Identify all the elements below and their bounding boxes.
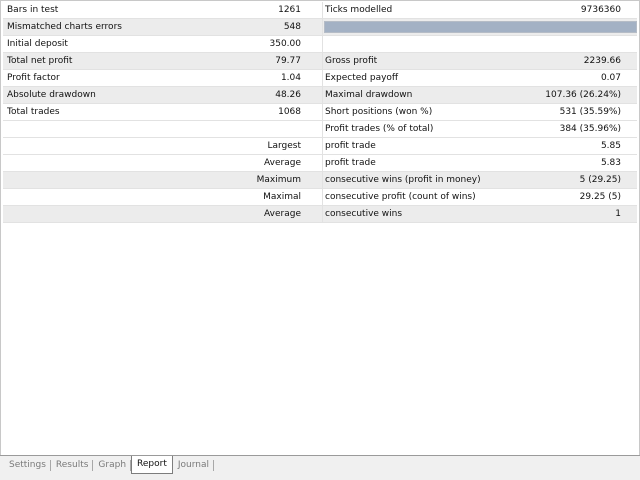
modelling-quality-bar [324, 21, 637, 33]
maximal-prefix: Maximal [263, 192, 301, 202]
tester-tabs: Settings Results Graph Report Journal [4, 456, 215, 474]
total-net-profit-value: 79.77 [275, 56, 301, 66]
total-trades-value: 1068 [278, 107, 301, 117]
column-divider [322, 53, 323, 69]
bars-in-test-value: 1261 [278, 5, 301, 15]
report-row-bars: Bars in test 1261 Ticks modelled 9736360 [3, 2, 637, 19]
max-consecutive-wins-value: 5 (29.25) [579, 175, 621, 185]
column-divider [322, 206, 323, 222]
report-row-mismatched: Mismatched charts errors 548 [3, 19, 637, 36]
average-prefix: Average [264, 158, 301, 168]
column-divider [322, 36, 323, 52]
column-divider [322, 87, 323, 103]
column-divider [322, 104, 323, 120]
report-row-deposit: Initial deposit 350.00 [3, 36, 637, 53]
report-row-average: Average profit trade 5.83 [3, 155, 637, 172]
report-row-profit-factor: Profit factor 1.04 Expected payoff 0.07 [3, 70, 637, 87]
initial-deposit-label: Initial deposit [7, 39, 68, 49]
expected-payoff-value: 0.07 [600, 73, 621, 83]
short-positions-value: 531 (35.59%) [559, 107, 621, 117]
largest-prefix: Largest [267, 141, 301, 151]
profit-trades-value: 384 (35.96%) [559, 124, 621, 134]
tab-report[interactable]: Report [131, 456, 173, 474]
report-row-profit-trades: Profit trades (% of total) 384 (35.96%) [3, 121, 637, 138]
column-divider [322, 70, 323, 86]
tab-settings[interactable]: Settings [4, 457, 51, 473]
bars-in-test-label: Bars in test [7, 5, 59, 15]
largest-profit-trade-value: 5.85 [600, 141, 621, 151]
report-row-largest: Largest profit trade 5.85 [3, 138, 637, 155]
report-table: Bars in test 1261 Ticks modelled 9736360… [3, 2, 637, 223]
report-row-drawdown: Absolute drawdown 48.26 Maximal drawdown… [3, 87, 637, 104]
profit-factor-value: 1.04 [280, 73, 301, 83]
maximal-consecutive-profit-value: 29.25 (5) [579, 192, 621, 202]
initial-deposit-value: 350.00 [269, 39, 302, 49]
tab-graph[interactable]: Graph [93, 457, 131, 473]
average-consecutive-wins-value: 1 [615, 209, 621, 219]
total-net-profit-label: Total net profit [7, 56, 73, 66]
column-divider [322, 121, 323, 137]
column-divider [322, 172, 323, 188]
column-divider [322, 138, 323, 154]
column-divider [322, 155, 323, 171]
gross-profit-value: 2239.66 [583, 56, 621, 66]
mismatched-errors-label: Mismatched charts errors [7, 22, 122, 32]
average-consecutive-prefix: Average [264, 209, 301, 219]
report-row-maximal-consecutive: Maximal consecutive profit (count of win… [3, 189, 637, 206]
report-row-net-profit: Total net profit 79.77 Gross profit 2239… [3, 53, 637, 70]
average-profit-trade-value: 5.83 [600, 158, 621, 168]
column-divider [322, 19, 323, 35]
profit-factor-label: Profit factor [7, 73, 60, 83]
column-divider [322, 189, 323, 205]
tester-report-panel: Bars in test 1261 Ticks modelled 9736360… [0, 0, 640, 456]
absolute-drawdown-value: 48.26 [275, 90, 301, 100]
report-row-average-consecutive: Average consecutive wins 1 [3, 206, 637, 223]
mismatched-errors-value: 548 [283, 22, 301, 32]
maximal-drawdown-value: 107.36 (26.24%) [545, 90, 621, 100]
maximum-prefix: Maximum [256, 175, 301, 185]
modelling-quality-bar-fill [325, 22, 636, 32]
column-divider [322, 2, 323, 18]
bottom-tab-bar: Settings Results Graph Report Journal [0, 455, 640, 480]
report-row-trades: Total trades 1068 Short positions (won %… [3, 104, 637, 121]
ticks-modelled-value: 9736360 [580, 5, 621, 15]
absolute-drawdown-label: Absolute drawdown [7, 90, 96, 100]
report-row-max-consecutive: Maximum consecutive wins (profit in mone… [3, 172, 637, 189]
tab-journal[interactable]: Journal [173, 457, 215, 473]
tab-results[interactable]: Results [51, 457, 94, 473]
total-trades-label: Total trades [7, 107, 60, 117]
